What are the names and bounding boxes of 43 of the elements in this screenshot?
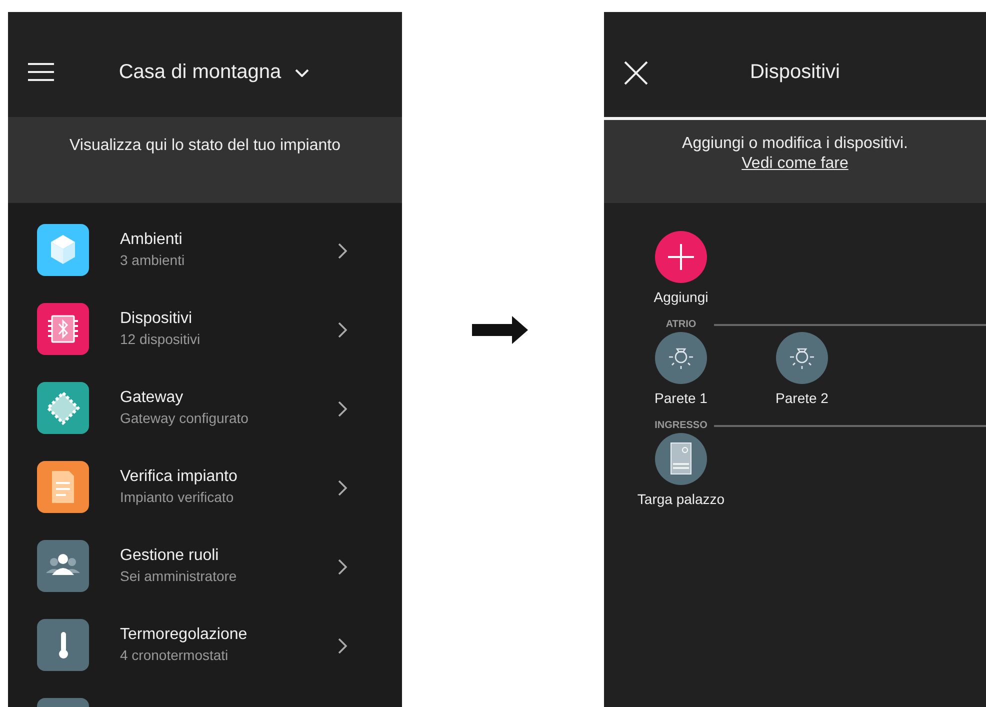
device-tile[interactable]: Targa palazzo [626,433,736,507]
item-title: Verifica impianto [120,467,238,487]
location-dropdown[interactable]: Casa di montagna [118,60,310,84]
banner-text: Aggiungi o modifica i dispositivi. [682,135,908,153]
add-device-button[interactable]: Aggiungi [626,231,736,305]
menu-item[interactable]: Verifica impianto Impianto verificato [37,461,402,540]
close-icon [624,61,648,85]
menu-item[interactable]: Dispositivi 12 dispositivi [37,303,402,382]
chevron-right-icon [338,401,347,417]
chevron-right-icon [338,638,347,654]
item-subtitle: 3 ambienti [120,251,186,270]
chevron-right-icon [338,322,347,338]
group-label: ATRIO [664,319,698,330]
chevron-right-icon [338,243,347,259]
menu-item[interactable]: Termoregolazione 4 cronotermostati [37,619,402,698]
chevron-down-icon [295,69,310,77]
group-label: INGRESSO [654,420,708,431]
lamp-icon [655,332,707,384]
device-tile[interactable]: Parete 2 [747,332,857,406]
help-link[interactable]: Vedi come fare [742,155,848,173]
item-subtitle: Impianto verificato [120,488,235,507]
menu-item[interactable]: Gestione ruoli Sei amministratore [37,540,402,619]
right-arrow-icon [472,316,528,344]
item-title: Dispositivi [120,309,194,329]
item-title: Gestione ruoli [120,546,220,566]
item-subtitle: 4 cronotermostati [120,646,230,665]
item-title: Termoregolazione [120,625,248,645]
item-subtitle: 12 dispositivi [120,330,202,349]
lamp-icon [776,332,828,384]
item-title: Ambienti [120,230,184,250]
item-subtitle: Gateway configurato [120,409,250,428]
chevron-right-icon [338,559,347,575]
menu-item[interactable]: Ambienti 3 ambienti [37,224,402,303]
item-title: Gateway [120,388,184,408]
menu-icon [28,62,54,82]
banner-text: Visualizza qui lo stato del tuo impianto [70,137,340,155]
door-panel-icon [655,433,707,485]
plus-icon [655,231,707,283]
chevron-right-icon [338,480,347,496]
device-tile[interactable]: Parete 1 [626,332,736,406]
screen-title: Dispositivi [750,60,840,84]
item-subtitle: Sei amministratore [120,567,238,586]
menu-item[interactable]: Gateway Gateway configurato [37,382,402,461]
